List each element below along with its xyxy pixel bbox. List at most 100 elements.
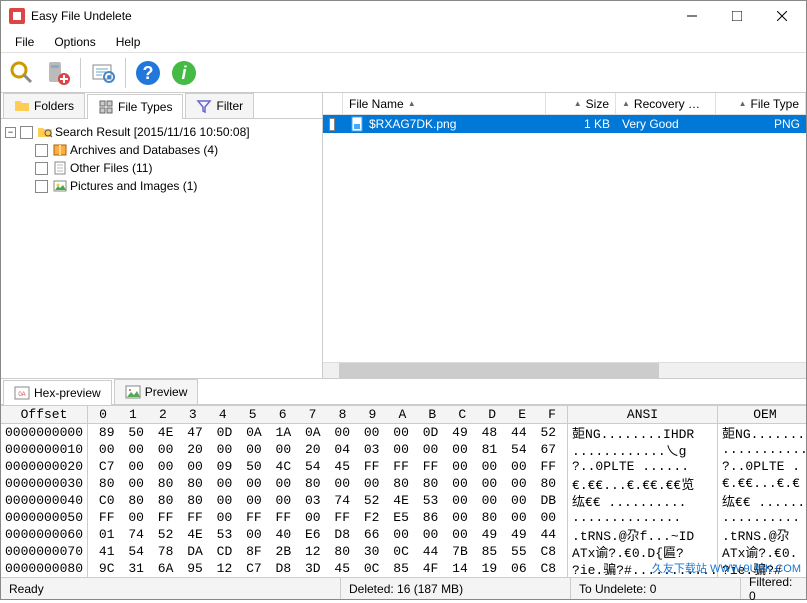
filter-icon — [196, 98, 212, 114]
recover-button[interactable] — [41, 56, 75, 90]
tree-label: Pictures and Images (1) — [70, 179, 197, 193]
tab-hexpreview[interactable]: 0A Hex-preview — [3, 380, 112, 405]
hex-oem-cell: 壾NG....... — [718, 424, 806, 441]
checkbox[interactable] — [20, 126, 33, 139]
hex-tabstrip: 0A Hex-preview Preview — [1, 379, 806, 405]
hex-offset-cell: 0000000000 — [1, 424, 87, 441]
column-filetype[interactable]: ▲File Type — [716, 93, 806, 114]
hex-byte-row[interactable]: FF00FFFF00FFFF00FFF2E58600800000 — [88, 509, 567, 526]
left-tabstrip: Folders File Types Filter — [1, 93, 322, 119]
sort-asc-icon: ▲ — [622, 99, 630, 108]
sort-asc-icon: ▲ — [574, 99, 582, 108]
archive-icon — [52, 142, 68, 158]
tab-label: Hex-preview — [34, 386, 101, 400]
tree-node-archives[interactable]: Archives and Databases (4) — [35, 141, 318, 159]
checkbox[interactable] — [35, 180, 48, 193]
collapse-toggle[interactable]: − — [5, 127, 16, 138]
checkbox[interactable] — [35, 162, 48, 175]
hex-byte-row[interactable]: 0174524E530040E6D866000000494944 — [88, 526, 567, 543]
status-bar: Ready Deleted: 16 (187 MB) To Undelete: … — [1, 577, 806, 599]
hex-byte-row[interactable]: 80008080000000800000808000000080 — [88, 475, 567, 492]
sort-asc-icon: ▲ — [739, 99, 747, 108]
hex-grid[interactable]: Offset 000000000000000000100000000020000… — [1, 405, 806, 577]
hex-oem-cell: €.€€...€.€ — [718, 475, 806, 492]
checkbox[interactable] — [329, 118, 335, 131]
info-button[interactable]: i — [167, 56, 201, 90]
status-filtered: Filtered: 0 — [741, 578, 806, 599]
minimize-button[interactable] — [669, 2, 714, 30]
hex-column-oem: OEM 壾NG..................?..0PLTE .€.€€.… — [718, 406, 806, 577]
search-result-icon — [37, 124, 53, 140]
svg-text:?: ? — [143, 63, 154, 83]
window-title: Easy File Undelete — [31, 9, 669, 23]
status-deleted: Deleted: 16 (187 MB) — [341, 578, 571, 599]
menu-file[interactable]: File — [5, 33, 44, 51]
tree-node-pictures[interactable]: Pictures and Images (1) — [35, 177, 318, 195]
menu-options[interactable]: Options — [44, 33, 105, 51]
hex-column-bytes: 0123456789ABCDEF 89504E470D0A1A0A0000000… — [88, 406, 568, 577]
hex-oem-cell: 纮€€ ...... — [718, 492, 806, 509]
horizontal-scrollbar[interactable] — [323, 362, 806, 378]
preview-icon — [125, 384, 141, 400]
tree-view[interactable]: − Search Result [2015/11/16 10:50:08] Ar… — [1, 119, 322, 378]
hex-byte-row[interactable]: 89504E470D0A1A0A0000000D49484452 — [88, 424, 567, 441]
hex-ansi-cell: €.€€...€.€€.€€览 — [568, 475, 717, 492]
hex-header-offset[interactable]: Offset — [1, 406, 87, 424]
toolbar: ? i — [1, 53, 806, 93]
status-ready: Ready — [1, 578, 341, 599]
hex-offset-cell: 0000000050 — [1, 509, 87, 526]
tab-filetypes[interactable]: File Types — [87, 94, 183, 119]
hex-ansi-cell: .tRNS.@尕f...~ID — [568, 526, 717, 543]
tree-root[interactable]: − Search Result [2015/11/16 10:50:08] — [5, 123, 318, 141]
svg-text:0A: 0A — [18, 392, 25, 398]
scrollbar-thumb[interactable] — [339, 363, 659, 378]
menu-help[interactable]: Help — [106, 33, 151, 51]
settings-button[interactable] — [86, 56, 120, 90]
list-header: File Name▲ ▲Size ▲Recovery … ▲File Type — [323, 93, 806, 115]
toolbar-separator — [80, 58, 81, 88]
hex-byte-row[interactable]: 415478DACD8F2B1280300C447B8555C8 — [88, 543, 567, 560]
tab-preview[interactable]: Preview — [114, 379, 199, 404]
column-filename[interactable]: File Name▲ — [343, 93, 546, 114]
tree-label: Search Result [2015/11/16 10:50:08] — [55, 125, 250, 139]
hex-header-oem[interactable]: OEM — [718, 406, 806, 424]
column-checkbox[interactable] — [323, 93, 343, 114]
tree-node-other[interactable]: Other Files (11) — [35, 159, 318, 177]
file-list[interactable]: $RXAG7DK.png 1 KB Very Good PNG — [323, 115, 806, 362]
list-row[interactable]: $RXAG7DK.png 1 KB Very Good PNG — [323, 115, 806, 133]
checkbox[interactable] — [35, 144, 48, 157]
left-panel: Folders File Types Filter − Search Resul… — [1, 93, 323, 378]
tab-label: Preview — [145, 385, 188, 399]
status-undelete: To Undelete: 0 — [571, 578, 741, 599]
hex-byte-row[interactable]: 9C316A9512C7D83D450C854F141906C8 — [88, 560, 567, 577]
maximize-button[interactable] — [714, 2, 759, 30]
pictures-icon — [52, 178, 68, 194]
hex-byte-row[interactable]: 00000020000000200403000000815467 — [88, 441, 567, 458]
column-recovery[interactable]: ▲Recovery … — [616, 93, 716, 114]
column-size[interactable]: ▲Size — [546, 93, 616, 114]
cell-type: PNG — [774, 117, 800, 131]
search-button[interactable] — [5, 56, 39, 90]
cell-recovery: Very Good — [622, 117, 679, 131]
hex-ansi-cell: 壾NG........IHDR — [568, 424, 717, 441]
hex-offset-cell: 0000000020 — [1, 458, 87, 475]
tree-label: Archives and Databases (4) — [70, 143, 218, 157]
hex-header-ansi[interactable]: ANSI — [568, 406, 717, 424]
hex-header-bytes[interactable]: 0123456789ABCDEF — [88, 406, 567, 424]
help-button[interactable]: ? — [131, 56, 165, 90]
hex-byte-row[interactable]: C700000009504C5445FFFFFF000000FF — [88, 458, 567, 475]
hex-ansi-cell: ............乀g — [568, 441, 717, 458]
tree-label: Other Files (11) — [70, 161, 152, 175]
close-button[interactable] — [759, 2, 804, 30]
tab-folders[interactable]: Folders — [3, 93, 85, 118]
tab-filter[interactable]: Filter — [185, 93, 254, 118]
cell-size: 1 KB — [584, 117, 610, 131]
tab-label: Filter — [216, 99, 243, 113]
hex-oem-cell: .......... — [718, 509, 806, 526]
hex-offset-cell: 0000000010 — [1, 441, 87, 458]
hex-ansi-cell: 纮€€ .......... — [568, 492, 717, 509]
main-area: Folders File Types Filter − Search Resul… — [1, 93, 806, 378]
hex-ansi-cell: .............. — [568, 509, 717, 526]
hex-byte-row[interactable]: C08080800000000374524E53000000DB — [88, 492, 567, 509]
right-panel: File Name▲ ▲Size ▲Recovery … ▲File Type … — [323, 93, 806, 378]
